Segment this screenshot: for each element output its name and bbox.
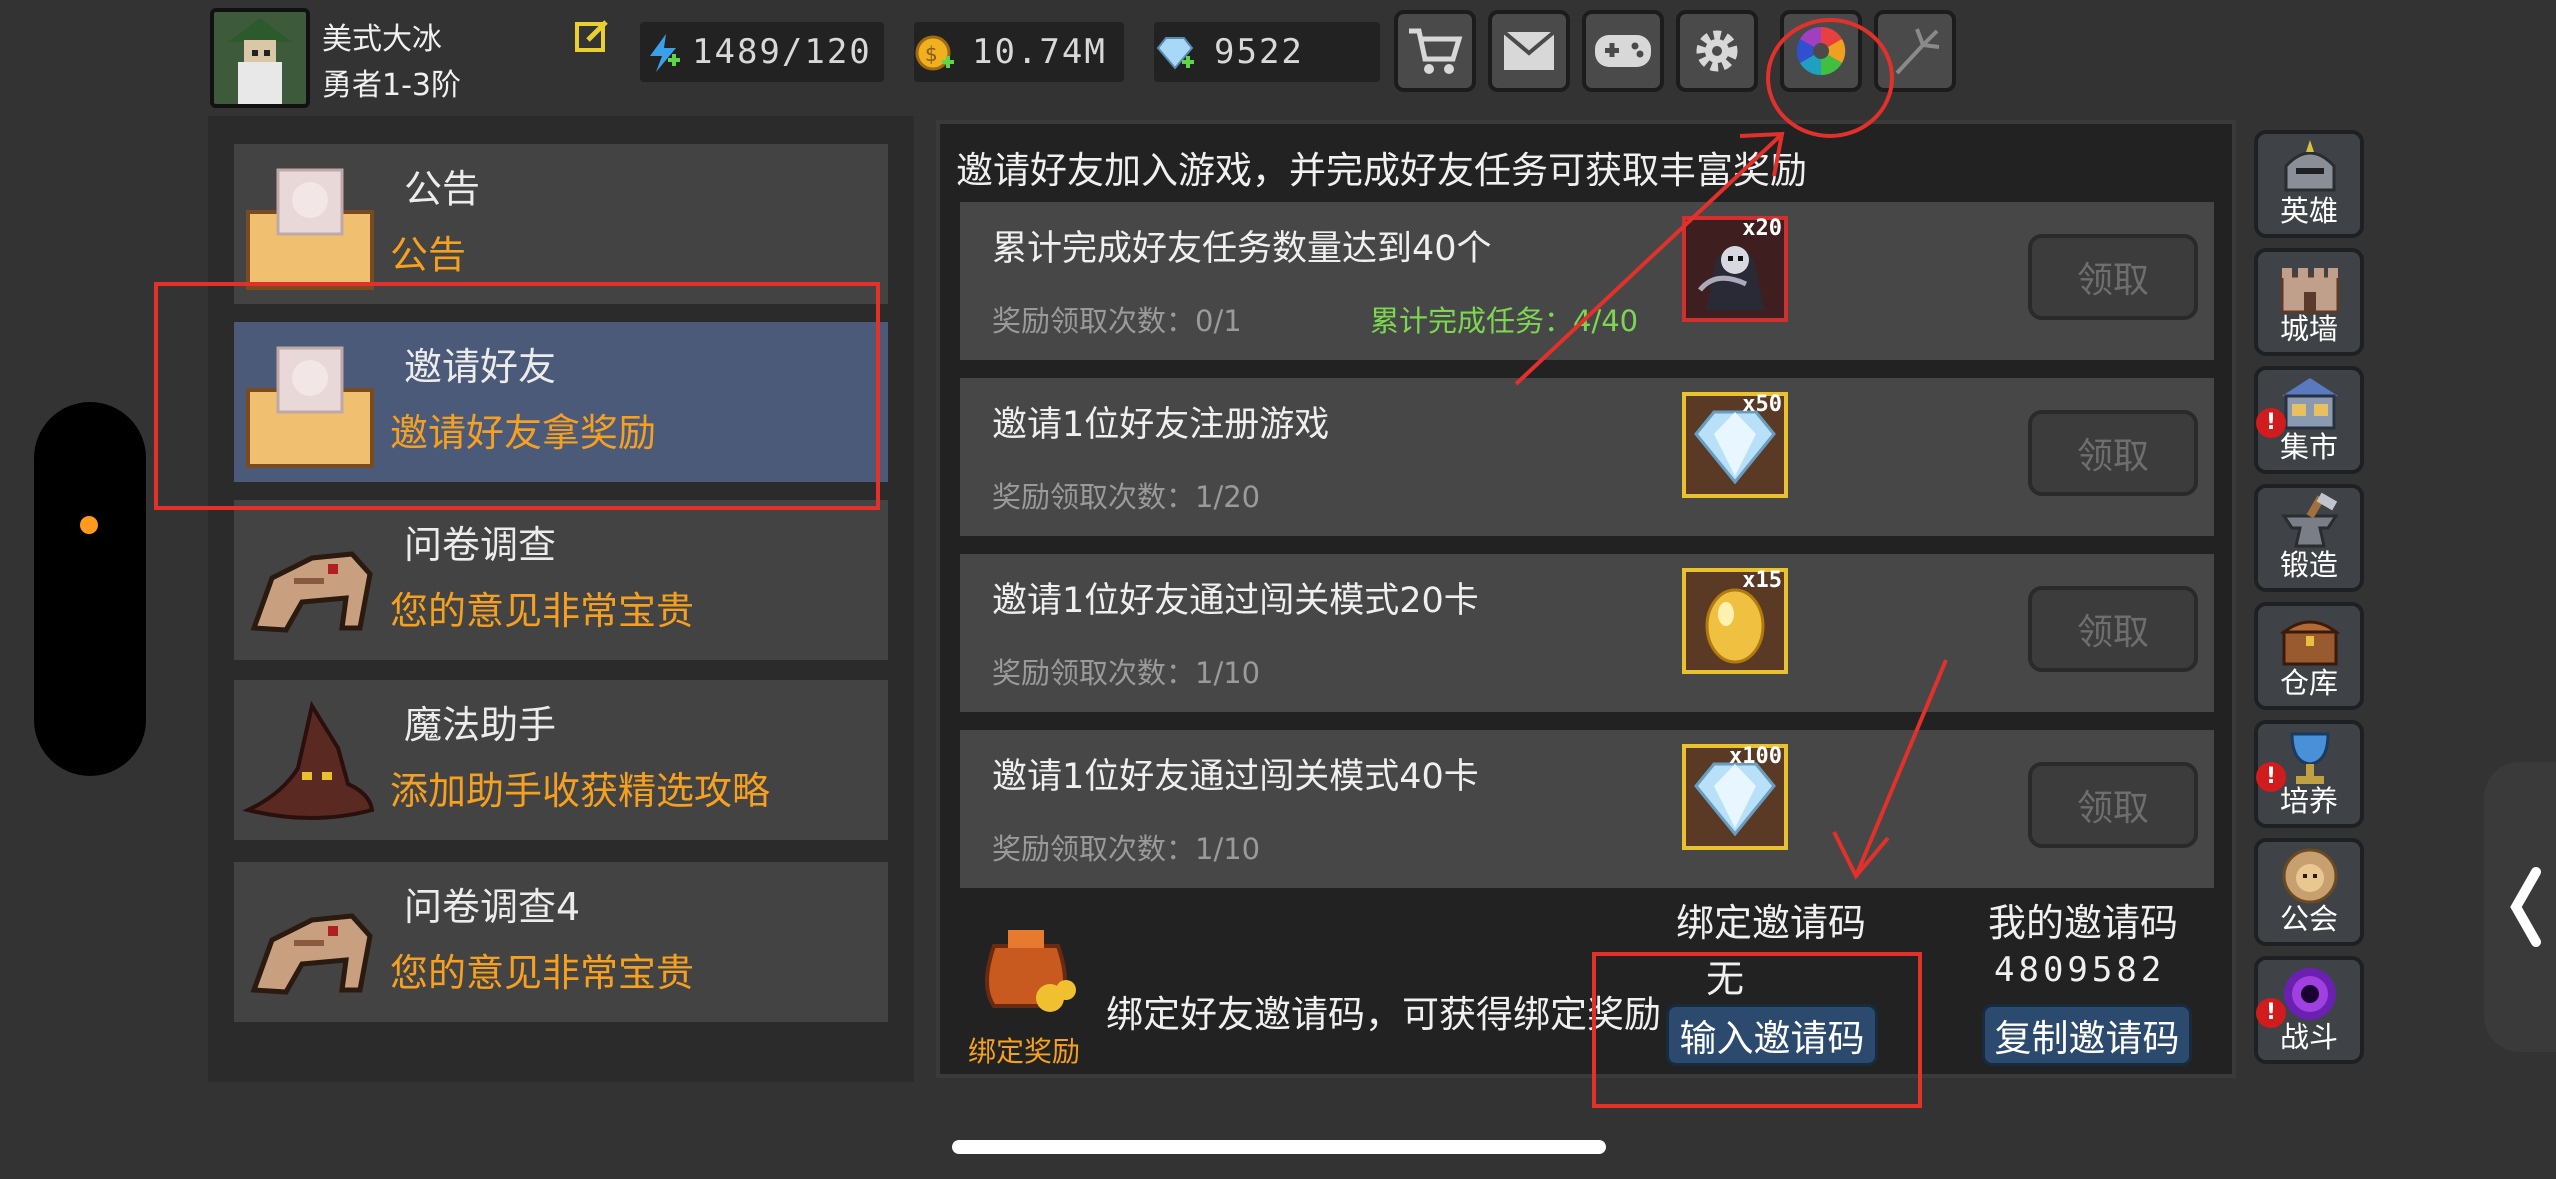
my-code-title: 我的邀请码	[1988, 901, 2179, 945]
edit-name-icon[interactable]	[574, 18, 610, 54]
menu-item-subtitle: 您的意见非常宝贵	[390, 589, 695, 633]
indicator-dot	[80, 516, 98, 534]
reward-item[interactable]: x15	[1682, 568, 1788, 674]
shop-cart-icon	[1409, 28, 1463, 74]
nav-label: 战斗	[2279, 1020, 2338, 1054]
player-rank: 勇者1-3阶	[322, 68, 461, 103]
settings-button[interactable]	[1676, 10, 1758, 92]
task-title: 累计完成好友任务数量达到40个	[992, 229, 1492, 269]
beast-icon	[250, 551, 373, 633]
mail-button[interactable]	[1488, 10, 1570, 92]
nav-city-wall[interactable]: 城墙	[2254, 248, 2364, 356]
fireworks-icon	[1895, 28, 1940, 75]
menu-item-title: 魔法助手	[404, 703, 557, 747]
mail-icon	[1502, 30, 1556, 70]
nav-label: 公会	[2279, 902, 2338, 936]
nav-cultivate[interactable]: ! 培养	[2254, 720, 2364, 828]
task-progress: 累计完成任务：4/40	[1370, 304, 1639, 338]
claim-button[interactable]: 领取	[2028, 234, 2198, 320]
bind-description: 绑定好友邀请码，可获得绑定奖励	[1106, 993, 1661, 1036]
claim-button[interactable]: 领取	[2028, 586, 2198, 672]
nav-battle[interactable]: ! 战斗	[2254, 956, 2364, 1064]
menu-item-title: 问卷调查4	[404, 885, 581, 929]
menu-item-subtitle: 公告	[390, 233, 467, 277]
player-name: 美式大冰	[322, 22, 442, 57]
nav-label: 锻造	[2279, 548, 2338, 582]
annotation-box-invite-menu	[154, 282, 880, 510]
task-row: 邀请1位好友通过闯关模式20卡 奖励领取次数：1/10 x15 领取	[960, 554, 2214, 712]
energy-value: 1489/120	[692, 32, 872, 72]
reward-item[interactable]: x100	[1682, 744, 1788, 850]
nav-guild[interactable]: 公会	[2254, 838, 2364, 946]
reward-multiplier: x50	[1742, 392, 1782, 417]
nav-label: 集市	[2279, 430, 2338, 464]
bind-code-title: 绑定邀请码	[1676, 901, 1867, 945]
copy-invite-code-button[interactable]: 复制邀请码	[1982, 1004, 2192, 1066]
nav-forge[interactable]: 锻造	[2254, 484, 2364, 592]
fireworks-button[interactable]	[1874, 10, 1956, 92]
gamepad-icon	[1595, 35, 1651, 67]
menu-item-survey-4[interactable]: 问卷调查4 您的意见非常宝贵	[234, 862, 888, 1022]
reward-bag-icon	[985, 930, 1076, 1012]
diamond-icon	[1156, 37, 1194, 70]
task-row: 邀请1位好友注册游戏 奖励领取次数：1/20 x50 领取	[960, 378, 2214, 536]
nav-hero[interactable]: 英雄	[2254, 130, 2364, 238]
task-row: 累计完成好友任务数量达到40个 奖励领取次数：0/1 累计完成任务：4/40 x…	[960, 202, 2214, 360]
reward-multiplier: x15	[1742, 568, 1782, 593]
settings-gear-icon	[1696, 30, 1738, 72]
reward-item[interactable]: x20	[1682, 216, 1788, 322]
shop-button[interactable]	[1394, 10, 1476, 92]
claim-button[interactable]: 领取	[2028, 762, 2198, 848]
nav-label: 仓库	[2279, 666, 2338, 700]
claim-button[interactable]: 领取	[2028, 410, 2198, 496]
energy-counter: 1489/120	[640, 22, 884, 82]
home-indicator[interactable]	[952, 1140, 1606, 1154]
annotation-box-enter-code	[1592, 952, 1922, 1108]
reward-multiplier: x100	[1729, 744, 1782, 769]
envelope-icon	[246, 168, 374, 290]
reward-item[interactable]: x50	[1682, 392, 1788, 498]
gamepad-button[interactable]	[1582, 10, 1664, 92]
task-claim-count: 奖励领取次数：1/10	[992, 656, 1261, 690]
svg-text:$: $	[925, 42, 938, 66]
nav-label: 城墙	[2279, 312, 2338, 346]
menu-item-title: 公告	[404, 167, 481, 211]
beast-icon	[250, 913, 373, 995]
my-invite-code: 4809582	[1994, 950, 2166, 990]
reward-multiplier: x20	[1742, 216, 1782, 241]
nav-label: 培养	[2279, 784, 2338, 818]
nav-warehouse[interactable]: 仓库	[2254, 602, 2364, 710]
menu-item-subtitle: 添加助手收获精选攻略	[390, 769, 771, 813]
nav-label: 英雄	[2279, 194, 2338, 228]
chevron-left-icon	[2510, 867, 2541, 947]
color-wheel-icon	[1796, 26, 1846, 76]
task-title: 邀请1位好友注册游戏	[992, 405, 1330, 445]
task-claim-count: 奖励领取次数：1/20	[992, 480, 1261, 514]
energy-icon	[650, 34, 680, 72]
menu-item-subtitle: 您的意见非常宝贵	[390, 951, 695, 995]
nav-market[interactable]: ! 集市	[2254, 366, 2364, 474]
diamond-value: 9522	[1214, 32, 1304, 72]
gold-counter: $ 10.74M	[914, 22, 1124, 82]
color-wheel-button[interactable]	[1780, 10, 1862, 92]
invite-panel-header: 邀请好友加入游戏，并完成好友任务可获取丰富奖励	[956, 149, 1807, 192]
player-avatar[interactable]	[210, 8, 310, 108]
wizard-hat-icon	[242, 700, 375, 820]
side-handle[interactable]	[34, 402, 146, 776]
collapse-tab[interactable]	[2484, 762, 2556, 1052]
task-claim-count: 奖励领取次数：0/1	[992, 304, 1242, 338]
task-title: 邀请1位好友通过闯关模式20卡	[992, 581, 1479, 621]
task-row: 邀请1位好友通过闯关模式40卡 奖励领取次数：1/10 x100 领取	[960, 730, 2214, 888]
menu-item-announcement[interactable]: 公告 公告	[234, 144, 888, 304]
task-claim-count: 奖励领取次数：1/10	[992, 832, 1261, 866]
menu-item-magic-assistant[interactable]: 魔法助手 添加助手收获精选攻略	[234, 680, 888, 840]
task-title: 邀请1位好友通过闯关模式40卡	[992, 757, 1479, 797]
menu-item-title: 问卷调查	[404, 523, 557, 567]
gold-coin-icon: $	[915, 35, 954, 71]
bind-reward-label: 绑定奖励	[968, 1035, 1081, 1068]
gold-value: 10.74M	[972, 32, 1107, 72]
menu-item-survey[interactable]: 问卷调查 您的意见非常宝贵	[234, 500, 888, 660]
diamond-counter: 9522	[1154, 22, 1380, 82]
